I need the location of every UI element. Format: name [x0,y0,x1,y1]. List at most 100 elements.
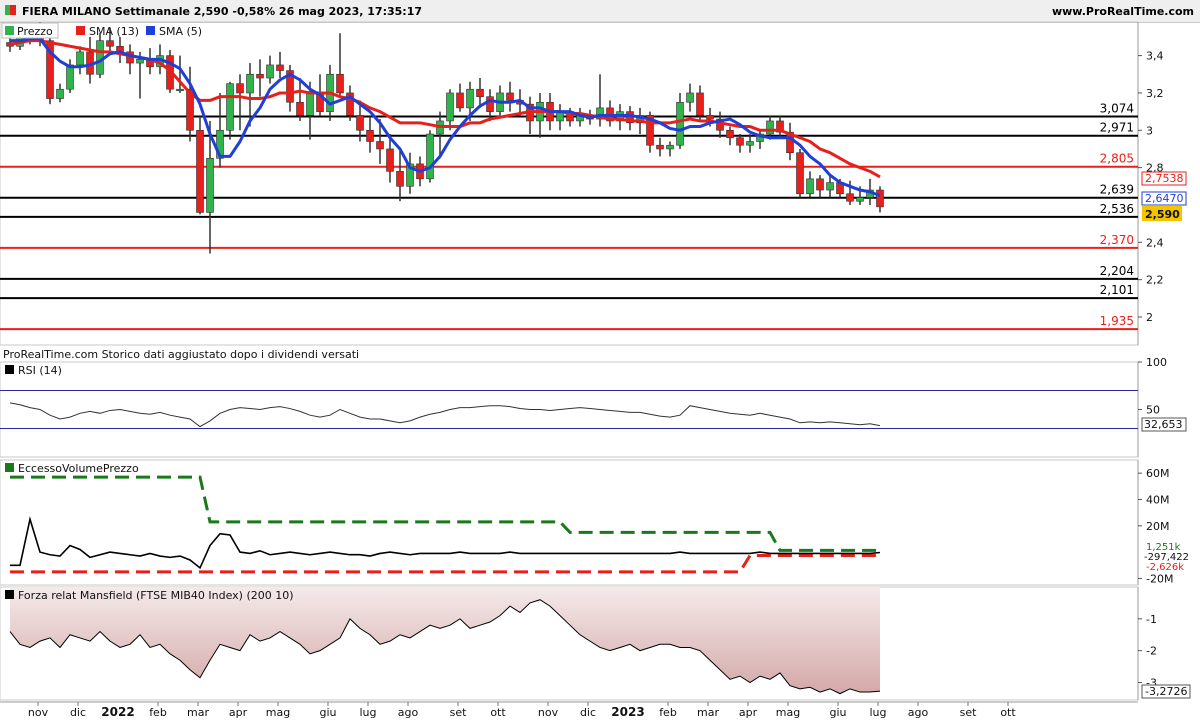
candle-down [796,152,804,195]
candle-down [506,92,514,101]
volume-upper-band [10,475,880,552]
legend-sma5-swatch [146,26,155,35]
year-label: 2023 [611,705,644,719]
candle-down [706,115,714,120]
candle-up [426,133,434,180]
month-label: mar [697,706,719,719]
month-label: feb [659,706,677,719]
candle-down [386,148,394,172]
candle-down [276,64,284,71]
year-label: 2022 [101,705,134,719]
level-label: 2,370 [1100,233,1134,247]
volume-panel: 60M 40M 20M -20M [0,459,1173,586]
candle-down [396,171,404,187]
candle-up [746,141,754,146]
month-label: mar [187,706,209,719]
chart-title: FIERA MILANO Settimanale 2,590 -0,58% 26… [22,5,422,18]
candle-down [876,189,884,208]
legend-sma13-swatch [76,26,85,35]
candle-up [676,101,684,146]
candle-up [66,64,74,90]
rsi-line [9,402,881,428]
volume-lower-band [10,554,880,574]
mansfield-axis-tick-label: -1 [1146,613,1157,626]
candle-up [226,83,234,131]
site-url: www.ProRealTime.com [1052,5,1194,18]
candle-up [766,120,774,135]
candle-up [76,51,84,66]
candle-down [106,40,114,47]
candle-down [816,178,824,191]
candle-down [846,193,854,202]
chart-canvas: FIERA MILANO Settimanale 2,590 -0,58% 26… [0,5,1194,719]
candle-down [296,101,304,116]
candle-up [666,144,674,150]
candle-down [696,92,704,116]
candle-down [456,92,464,109]
level-label: 3,074 [1100,101,1134,115]
price-axis-tick-label: 2 [1146,311,1153,324]
level-label: 2,639 [1100,183,1134,197]
month-label: apr [229,706,248,719]
candle-down [366,129,374,142]
x-axis: nov dic feb mar apr mag giu lug ago set ott nov dic f… [0,701,1138,719]
volume-axis-tick-label: 60M [1146,467,1170,480]
month-label: ott [1000,706,1016,719]
candle-up [176,88,184,92]
month-label: nov [28,706,49,719]
rsi-panel: 100 50 [0,356,1167,458]
legend-sma5[interactable]: SMA (5) [159,25,202,38]
candle-up [686,92,694,103]
price-axis-tick-label: 2,2 [1146,274,1164,287]
header-down-swatch [10,5,16,15]
mansfield-axis-tick-label: -2 [1146,645,1157,658]
month-label: giu [829,706,846,719]
candle-up [466,88,474,109]
legend-rsi[interactable]: RSI (14) [18,364,62,377]
month-label: ago [908,706,929,719]
mansfield-panel: -1-2-3 [0,586,1157,701]
price-axis-tick-label: 3,2 [1146,87,1164,100]
sma5-last-value: 2,6470 [1145,192,1184,205]
legend-mansfield-swatch [5,590,14,599]
candle-up [206,157,214,213]
month-label: lug [359,706,376,719]
candle-down [726,129,734,139]
level-label: 2,204 [1100,264,1134,278]
price-last-value: 2,590 [1145,208,1180,221]
level-label: 2,101 [1100,283,1134,297]
price-axis-tick-label: 3 [1146,124,1153,137]
month-label: giu [319,706,336,719]
legend-sma13[interactable]: SMA (13) [89,25,139,38]
level-label: 2,971 [1100,121,1134,135]
month-label: dic [70,706,86,719]
candle-up [96,40,104,75]
level-label: 1,935 [1100,314,1134,328]
volume-axis-tick-label: 20M [1146,520,1170,533]
legend-price-swatch [5,26,14,35]
candle-down [196,129,204,213]
rsi-panel-frame [0,361,1139,458]
mansfield-area [10,587,880,694]
price-axis-tick-label: 2,4 [1146,236,1164,249]
level-label: 2,805 [1100,152,1134,166]
legend-volume-swatch [5,463,14,472]
candle-down [736,137,744,146]
price-panel: 3,43,232,82,42,223,0742,9712,8052,6392,5… [0,21,1164,346]
candle-up [826,182,834,191]
legend-volume[interactable]: EccessoVolumePrezzo [18,462,139,475]
candle-up [136,59,144,64]
candle-down [336,73,344,94]
rsi-axis-tick-label: 50 [1146,404,1160,417]
month-label: mag [776,706,800,719]
candle-down [656,144,664,150]
legend-rsi-swatch [5,365,14,374]
month-label: set [450,706,467,719]
legend-mansfield[interactable]: Forza relat Mansfield (FTSE MIB40 Index)… [18,589,294,602]
candle-down [356,115,364,131]
volume-excess-line [10,516,881,570]
rsi-axis-tick-label: 100 [1146,356,1167,369]
month-label: set [960,706,977,719]
volume-last-lower: -2,626k [1146,562,1184,573]
legend-price: Prezzo [17,25,53,38]
